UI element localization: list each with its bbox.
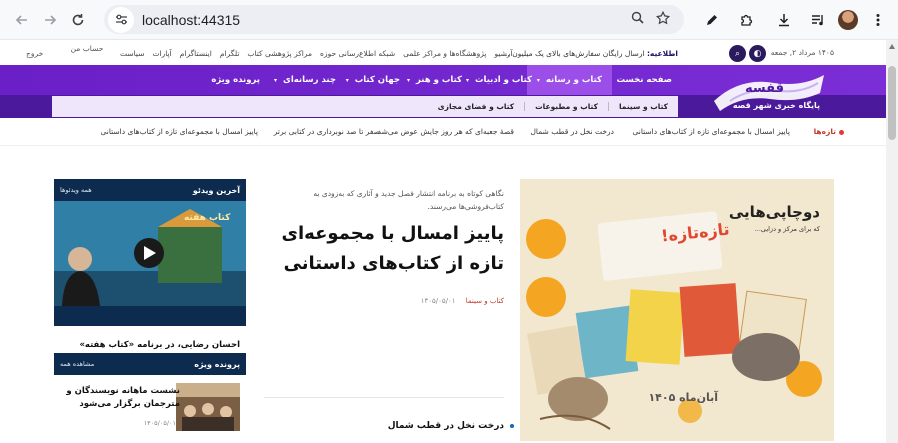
article-category[interactable]: کتاب و سینما	[466, 297, 504, 305]
download-icon[interactable]	[770, 6, 798, 34]
theme-toggle-icon[interactable]: ◐	[749, 45, 766, 62]
ticker-item[interactable]: درخت نخل در قطب شمال	[530, 127, 614, 136]
top-link[interactable]: شبکه اطلاع‌رسانی حوزه	[320, 49, 395, 58]
main-navigation: صفحه نخست کتاب و رسانه▾ کتاب و ادبیات▾ ک…	[0, 65, 886, 118]
zoom-icon[interactable]	[624, 11, 650, 28]
video-heading: آخرین ویدئو	[192, 185, 240, 195]
top-link[interactable]: آرشیو	[494, 49, 512, 58]
site-logo[interactable]: پایگاه خبری شهر قصه قفسه	[710, 71, 828, 117]
video-thumbnail[interactable]: کتاب هفته	[54, 201, 246, 306]
hero-footer: آبان‌ماه ۱۴۰۵	[648, 391, 718, 404]
sub-nav-item[interactable]: کتاب و مطبوعات	[524, 102, 608, 111]
view-all-link[interactable]: مشاهده همه	[60, 360, 94, 368]
nav-item-home[interactable]: صفحه نخست	[606, 65, 682, 95]
video-caption[interactable]: احسان رضایی، در برنامه «کتاب هفته»	[54, 340, 246, 350]
divider	[264, 397, 504, 398]
hero-sub: که برای مرکز و دزایی...	[754, 225, 820, 233]
top-link[interactable]: مراکز پژوهشی کتاب	[247, 49, 312, 58]
video-overlay: کتاب هفته	[184, 213, 231, 223]
special-file-heading: پرونده ویژه	[194, 359, 240, 369]
notice-label: اطلاعیه:	[646, 49, 678, 58]
special-file-panel: پرونده ویژه مشاهده همه نشست ماهانه نویسن…	[54, 353, 246, 441]
secondary-article[interactable]: درخت نخل در قطب شمال	[388, 421, 515, 431]
special-file-title[interactable]: نشست ماهانه نویسندگان و مترجمان برگزار م…	[60, 385, 180, 411]
ticker-item[interactable]: قصهٔ جعبه‌ای که هر روز جایش عوض می‌شد	[378, 127, 514, 136]
hero-image[interactable]: دوچاپی‌هایی که برای مرکز و دزایی... تازه…	[520, 179, 834, 441]
special-file-header: پرونده ویژه مشاهده همه	[54, 353, 246, 375]
extensions-icon[interactable]	[732, 6, 760, 34]
video-header: آخرین ویدئو همه ویدئوها	[54, 179, 246, 201]
logo-name: قفسه	[745, 81, 784, 96]
nav-item-world-books[interactable]: جهان کتاب▾	[336, 65, 410, 95]
scrollbar-thumb[interactable]	[888, 66, 896, 140]
browser-toolbar: localhost:44315	[0, 0, 898, 40]
top-info-bar: ⌕ ◐ ۱۴۰۵ مرداد ۲, جمعه اطلاعیه: ارسال را…	[0, 41, 886, 65]
chevron-down-icon: ▾	[274, 77, 278, 84]
sub-nav-item[interactable]: کتاب و سینما	[607, 102, 678, 111]
media-queue-icon[interactable]	[804, 6, 832, 34]
reload-icon[interactable]	[64, 6, 92, 34]
bookmark-star-icon[interactable]	[650, 10, 676, 29]
back-arrow-icon[interactable]	[8, 6, 36, 34]
ticker-item[interactable]: صفر تا صد نوبرداری در کتابی برتر	[274, 127, 380, 136]
article-date: ۱۴۰۵/۰۵/۰۱	[420, 297, 456, 305]
special-file-date: ۱۴۰۵/۰۵/۰۱	[143, 419, 176, 427]
scroll-up-icon[interactable]	[889, 43, 895, 49]
ticker-label: تازه‌ها	[813, 127, 845, 136]
all-videos-link[interactable]: همه ویدئوها	[60, 186, 92, 194]
top-link[interactable]: اینستاگرام	[180, 49, 212, 58]
ticker-item[interactable]: پاییز امسال با مجموعه‌ای تازه از کتاب‌ها…	[633, 127, 790, 136]
sub-nav-item[interactable]: کتاب و فضای مجازی	[428, 102, 524, 111]
web-page: ⌕ ◐ ۱۴۰۵ مرداد ۲, جمعه اطلاعیه: ارسال را…	[0, 41, 886, 443]
logout-link[interactable]: خروج	[26, 49, 43, 58]
article-meta: کتاب و سینما ۱۴۰۵/۰۵/۰۱	[421, 297, 504, 305]
top-link[interactable]: آپارات	[152, 49, 171, 58]
logo-tagline: پایگاه خبری شهر قصه	[732, 101, 820, 110]
site-settings-icon[interactable]	[108, 6, 134, 33]
more-menu-icon[interactable]	[864, 6, 892, 34]
forward-arrow-icon[interactable]	[36, 6, 64, 34]
address-bar[interactable]: localhost:44315	[104, 5, 684, 34]
news-ticker: تازه‌ها پاییز امسال با مجموعه‌ای تازه از…	[0, 118, 886, 146]
avatar[interactable]	[838, 10, 858, 30]
notice-bar[interactable]: اطلاعیه: ارسال رایگان سفارش‌های بالای یک…	[503, 49, 678, 58]
account-link[interactable]: حساب من	[62, 43, 112, 54]
latest-video-panel: آخرین ویدئو همه ویدئوها کتاب هفته احسان …	[54, 179, 246, 350]
pen-icon[interactable]	[698, 6, 726, 34]
top-link[interactable]: سیاست	[120, 49, 144, 58]
page-scrollbar[interactable]	[886, 40, 898, 443]
special-file-thumbnail[interactable]	[176, 383, 240, 431]
article-lead: نگاهی کوتاه به برنامه انتشار فصل جدید و …	[313, 189, 504, 211]
top-links: آرشیو پژوهشگاه‌ها و مراکز علمی شبکه اطلا…	[120, 49, 513, 58]
chevron-down-icon: ▾	[345, 77, 349, 84]
search-icon[interactable]: ⌕	[729, 45, 746, 62]
top-link[interactable]: پژوهشگاه‌ها و مراکز علمی	[403, 49, 486, 58]
hero-badge: دوچاپی‌هایی	[728, 203, 820, 221]
special-file-item[interactable]: نشست ماهانه نویسندگان و مترجمان برگزار م…	[54, 383, 246, 435]
article-title[interactable]: پاییز امسال با مجموعه‌ای تازه از کتاب‌ها…	[264, 219, 505, 279]
nav-item-multimedia[interactable]: چند رسانه‌ای▾	[264, 65, 346, 95]
ticker-item[interactable]: پاییز امسال با مجموعه‌ای تازه از کتاب‌ها…	[101, 127, 258, 136]
top-link[interactable]: تلگرام	[220, 49, 240, 58]
nav-item-special-file[interactable]: پرونده ویژه	[201, 65, 270, 95]
current-date: ۱۴۰۵ مرداد ۲, جمعه	[770, 48, 834, 57]
sub-navigation: کتاب و سینما کتاب و مطبوعات کتاب و فضای …	[52, 96, 678, 117]
notice-text: ارسال رایگان سفارش‌های بالای یک میلیون .…	[502, 49, 645, 58]
side-column: آخرین ویدئو همه ویدئوها کتاب هفته احسان …	[54, 179, 246, 431]
url-text[interactable]: localhost:44315	[142, 12, 624, 28]
